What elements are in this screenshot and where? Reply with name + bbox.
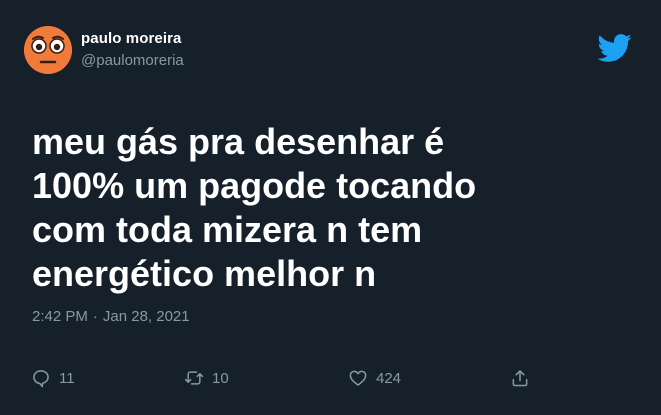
like-count: 424: [376, 369, 402, 387]
share-icon: [512, 370, 528, 387]
reply-button[interactable]: 11: [31, 364, 75, 392]
twitter-bird-icon[interactable]: [596, 30, 632, 66]
user-name[interactable]: paulo moreira: [81, 30, 182, 47]
retweet-icon: [184, 371, 204, 385]
flushed-face-emoji-icon: [24, 26, 72, 74]
retweet-button[interactable]: 10: [184, 364, 229, 392]
tweet-date: Jan 28, 2021: [102, 308, 190, 325]
like-button[interactable]: 424: [348, 364, 401, 392]
retweet-count: 10: [212, 369, 229, 387]
reply-icon: [33, 370, 49, 388]
tweet-text: meu gás pra desenhar é 100% um pagode to…: [32, 121, 477, 294]
tweet-timestamp[interactable]: 2:42 PM · Jan 28, 2021: [32, 308, 190, 325]
share-button[interactable]: [510, 364, 530, 392]
meta-separator: ·: [92, 308, 98, 325]
tweet-card: paulo moreira @paulomoreria meu gás pra …: [0, 0, 661, 415]
tweet-time: 2:42 PM: [32, 308, 88, 325]
user-handle[interactable]: @paulomoreria: [81, 52, 184, 69]
heart-icon: [349, 370, 367, 386]
tweet-actions: 11 10 424: [0, 364, 661, 392]
avatar[interactable]: [24, 26, 72, 74]
reply-count: 11: [59, 369, 75, 387]
